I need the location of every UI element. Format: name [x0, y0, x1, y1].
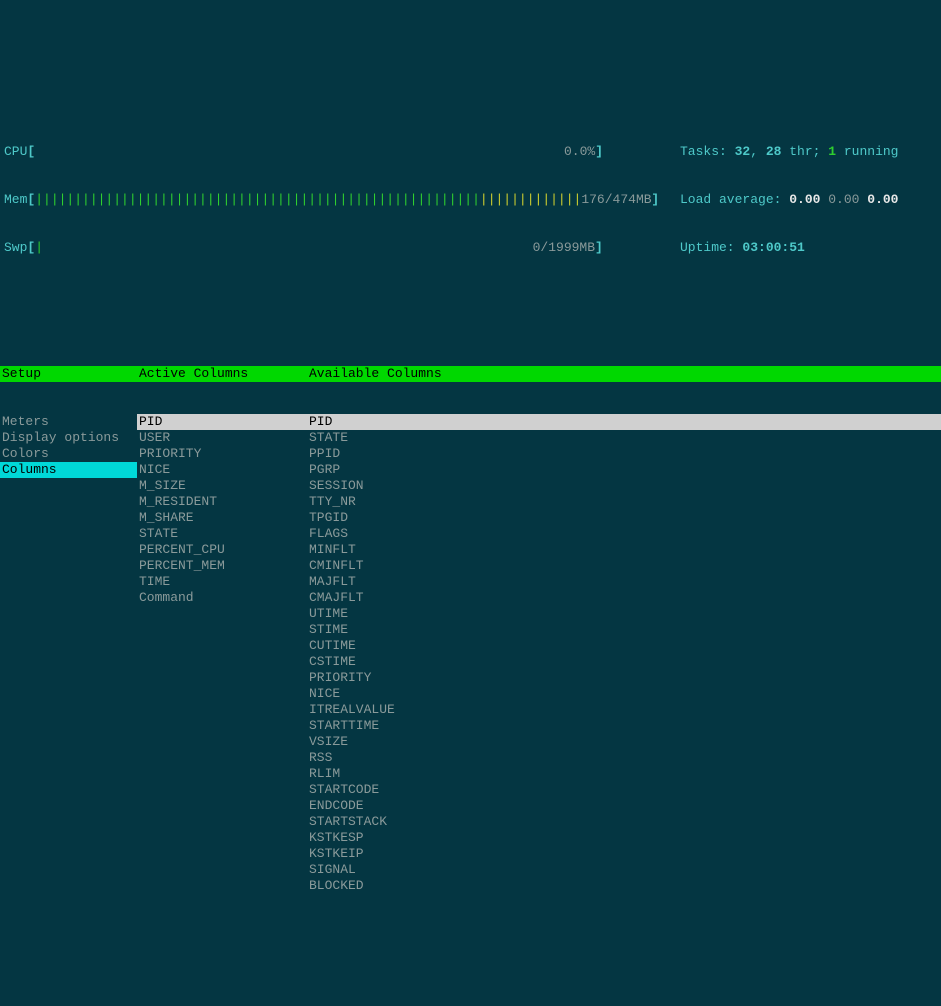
available-column-item[interactable]: UTIME [307, 606, 941, 622]
available-column-item[interactable]: KSTKESP [307, 830, 941, 846]
active-columns[interactable]: Active Columns PIDUSERPRIORITYNICEM_SIZE… [137, 334, 307, 926]
tasks-info: Tasks: 32, 28 thr; 1 running [680, 144, 941, 160]
available-column-item[interactable]: SESSION [307, 478, 941, 494]
active-column-item[interactable]: NICE [137, 462, 307, 478]
uptime: Uptime: 03:00:51 [680, 240, 941, 256]
available-column-item[interactable]: FLAGS [307, 526, 941, 542]
active-column-item[interactable]: USER [137, 430, 307, 446]
available-column-item[interactable]: PRIORITY [307, 670, 941, 686]
available-column-item[interactable]: BLOCKED [307, 878, 941, 894]
setup-menu-item[interactable]: Colors [0, 446, 137, 462]
available-column-item[interactable]: MAJFLT [307, 574, 941, 590]
active-column-item[interactable]: Command [137, 590, 307, 606]
available-column-item[interactable]: KSTKEIP [307, 846, 941, 862]
available-column-item[interactable]: CMINFLT [307, 558, 941, 574]
available-column-item[interactable]: RLIM [307, 766, 941, 782]
available-column-item[interactable]: CMAJFLT [307, 590, 941, 606]
available-column-item[interactable]: PID [307, 414, 941, 430]
setup-menu-item[interactable]: Meters [0, 414, 137, 430]
available-column-item[interactable]: PGRP [307, 462, 941, 478]
cpu-meter: CPU[0.0%] [4, 144, 660, 160]
available-column-item[interactable]: STATE [307, 430, 941, 446]
swp-meter: Swp[|0/1999MB] [4, 240, 660, 256]
available-column-item[interactable]: TPGID [307, 510, 941, 526]
available-column-item[interactable]: ENDCODE [307, 798, 941, 814]
available-columns-header: Available Columns [307, 366, 941, 382]
active-column-item[interactable]: M_SIZE [137, 478, 307, 494]
active-column-item[interactable]: TIME [137, 574, 307, 590]
available-columns[interactable]: Available Columns PIDSTATEPPIDPGRPSESSIO… [307, 334, 941, 926]
active-column-item[interactable]: M_RESIDENT [137, 494, 307, 510]
load-average: Load average: 0.00 0.00 0.00 [680, 192, 941, 208]
active-column-item[interactable]: PERCENT_MEM [137, 558, 307, 574]
available-column-item[interactable]: ITREALVALUE [307, 702, 941, 718]
active-column-item[interactable]: PRIORITY [137, 446, 307, 462]
available-column-item[interactable]: PPID [307, 446, 941, 462]
setup-header: Setup [0, 366, 137, 382]
setup-menu-item[interactable]: Columns [0, 462, 137, 478]
setup-menu-item[interactable]: Display options [0, 430, 137, 446]
active-column-item[interactable]: PERCENT_CPU [137, 542, 307, 558]
available-column-item[interactable]: MINFLT [307, 542, 941, 558]
active-column-item[interactable]: M_SHARE [137, 510, 307, 526]
available-column-item[interactable]: NICE [307, 686, 941, 702]
active-columns-header: Active Columns [137, 366, 307, 382]
available-column-item[interactable]: STIME [307, 622, 941, 638]
mem-meter: Mem[||||||||||||||||||||||||||||||||||||… [4, 192, 660, 208]
available-column-item[interactable]: STARTCODE [307, 782, 941, 798]
available-column-item[interactable]: TTY_NR [307, 494, 941, 510]
available-column-item[interactable]: VSIZE [307, 734, 941, 750]
available-column-item[interactable]: CSTIME [307, 654, 941, 670]
active-column-item[interactable]: PID [137, 414, 307, 430]
active-column-item[interactable]: STATE [137, 526, 307, 542]
available-column-item[interactable]: SIGNAL [307, 862, 941, 878]
available-column-item[interactable]: STARTTIME [307, 718, 941, 734]
available-column-item[interactable]: STARTSTACK [307, 814, 941, 830]
available-column-item[interactable]: RSS [307, 750, 941, 766]
available-column-item[interactable]: CUTIME [307, 638, 941, 654]
setup-menu[interactable]: Setup MetersDisplay optionsColorsColumns [0, 334, 137, 926]
